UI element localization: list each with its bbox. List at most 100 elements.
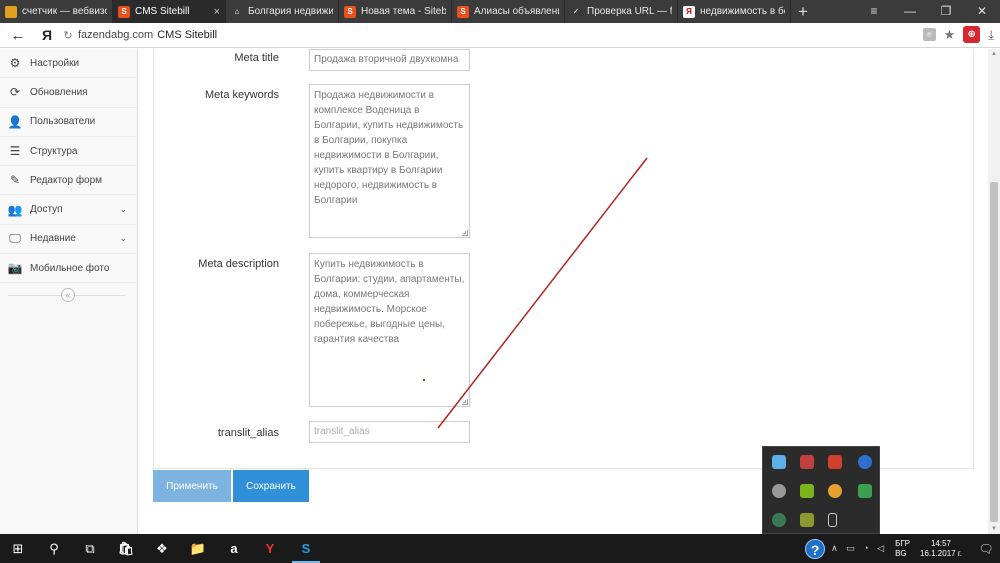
browser-tab[interactable]: ✓ Проверка URL — fa (565, 0, 678, 23)
meta-keywords-textarea[interactable]: Продажа недвижимости в комплексе Водениц… (309, 84, 470, 238)
sidebar-item[interactable]: ☰ Структура (0, 137, 137, 167)
tab-favicon-icon: S (118, 5, 130, 18)
tab-favicon-icon: ✓ (570, 5, 582, 18)
url-domain: fazendabg.com (78, 29, 154, 41)
translit-alias-input[interactable]: translit_alias (309, 421, 470, 443)
bluetooth-icon[interactable] (858, 455, 872, 469)
tab-favicon-icon: S (344, 5, 356, 18)
new-tab-icon[interactable]: + (791, 2, 815, 22)
tab-label: Алиасы объявлений (474, 6, 559, 17)
language-indicator[interactable]: БГР BG (895, 539, 910, 559)
browser-tab-bar: счетчик — вебвизор S CMS Sitebill × ⌂ Болгари… (0, 0, 1000, 23)
bookmark-star-icon[interactable]: ★ (944, 27, 956, 43)
meta-description-label: Meta description (198, 258, 279, 270)
sidebar-item[interactable]: ⚙ Настройки (0, 49, 137, 79)
extension-icon[interactable]: ⊕ (963, 26, 981, 43)
tab-label: Проверка URL — fa (587, 6, 672, 17)
camera-icon: 📷 (7, 261, 23, 276)
url-page-title: CMS Sitebill (157, 29, 218, 41)
collapse-icon[interactable]: « (61, 288, 75, 303)
user-icon: 👤 (7, 114, 23, 129)
task-view-icon[interactable]: ⧉ (72, 534, 108, 563)
sidebar-item[interactable]: 👤 Пользователи (0, 108, 137, 137)
sidebar-item[interactable]: 📷 Мобильное фото (0, 254, 137, 284)
meta-title-input[interactable]: Продажа вторичной двухкомна (309, 49, 470, 71)
clock[interactable]: 14:57 16.1.2017 г. (920, 539, 962, 559)
cloud-icon[interactable] (772, 484, 786, 498)
sidebar-item-label: Пользователи (30, 116, 96, 128)
sidebar: ⚙ Настройки ⟳ Обновления 👤 Пользователи ☰ Струк… (0, 49, 138, 534)
tab-label: счетчик — вебвизор (22, 6, 107, 17)
tray-app-icon[interactable] (858, 484, 872, 498)
yandex-browser-icon[interactable]: Y (252, 534, 288, 563)
system-icons[interactable]: ∧ ▭ ◔ ◁ (831, 543, 887, 554)
yandex-logo-icon[interactable]: Я (36, 27, 58, 43)
amazon-icon[interactable]: a (216, 534, 252, 563)
restore-icon[interactable]: ❐ (928, 0, 964, 23)
download-icon[interactable]: ⤓ (988, 27, 994, 43)
help-icon[interactable]: ? (805, 538, 826, 559)
scroll-down-icon[interactable]: ▼ (988, 526, 1000, 532)
sidebar-item[interactable]: ✎ Редактор форм (0, 166, 137, 196)
close-icon[interactable]: ✕ (964, 0, 1000, 23)
tray-app-icon[interactable] (800, 484, 814, 498)
start-icon[interactable]: ⊞ (0, 534, 36, 563)
sidebar-item[interactable]: 🖵 Недавние ⌄ (0, 225, 137, 255)
minimize-icon[interactable]: — (892, 0, 928, 23)
url-field[interactable]: fazendabg.com CMS Sitebill (78, 29, 217, 41)
reload-icon[interactable]: ↻ (58, 29, 78, 42)
clock-date: 16.1.2017 г. (920, 548, 962, 558)
resize-grip-icon[interactable] (462, 399, 468, 405)
sidebar-item-label: Структура (30, 145, 78, 157)
address-bar: ← Я ↻ fazendabg.com CMS Sitebill ⌾ ★ ⊕ ⤓ (0, 23, 1000, 48)
tray-app-icon[interactable] (800, 513, 814, 527)
search-icon[interactable]: ⚲ (36, 534, 72, 563)
sidebar-item-label: Доступ (30, 204, 63, 216)
menu-icon[interactable]: ≡ (856, 0, 892, 23)
explorer-icon[interactable]: 📁 (180, 534, 216, 563)
skype-icon[interactable]: S (288, 534, 324, 563)
meta-keywords-label: Meta keywords (205, 89, 279, 101)
back-icon[interactable]: ← (0, 27, 36, 44)
sidebar-item[interactable]: ⟳ Обновления (0, 78, 137, 108)
tray-app-icon[interactable] (828, 455, 842, 469)
tab-label: Болгария недвижим (248, 6, 333, 17)
system-tray: ? ∧ ▭ ◔ ◁ БГР BG 14:57 16.1.2017 г. 🗨 (805, 534, 1000, 563)
save-button[interactable]: Сохранить (233, 470, 309, 502)
browser-tab[interactable]: S Алиасы объявлений (452, 0, 565, 23)
browser-tab[interactable]: S Новая тема - Sitebill (339, 0, 452, 23)
tab-close-icon[interactable]: × (214, 6, 220, 18)
apply-button[interactable]: Применить (153, 470, 231, 502)
sidebar-item-label: Обновления (30, 86, 88, 98)
chevron-down-icon[interactable]: ⌄ (119, 233, 127, 244)
browser-tab[interactable]: счетчик — вебвизор (0, 0, 113, 23)
taskbar-apps: 🛍 ❖ 📁 a Y S (108, 534, 324, 563)
refresh-icon: ⟳ (9, 85, 21, 100)
language-top: БГР (895, 538, 911, 548)
tray-app-icon[interactable] (772, 513, 786, 527)
scrollbar-thumb[interactable] (990, 182, 998, 522)
translit-alias-label: translit_alias (217, 427, 279, 439)
meta-title-label: Meta title (234, 52, 279, 64)
meta-description-textarea[interactable]: Купить недвижимость в Болгарии: студии, … (309, 253, 470, 407)
page-scrollbar[interactable]: ▲ ▼ (988, 49, 1000, 534)
browser-tab[interactable]: S CMS Sitebill × (113, 0, 226, 23)
scroll-up-icon[interactable]: ▲ (988, 51, 1000, 57)
tab-favicon-icon: Я (683, 5, 695, 18)
browser-tab[interactable]: ⌂ Болгария недвижим (226, 0, 339, 23)
usb-icon[interactable] (828, 513, 837, 527)
tray-app-icon[interactable] (828, 484, 842, 498)
protect-icon[interactable]: ⌾ (922, 28, 936, 41)
windows-taskbar: ⊞ ⚲ ⧉ 🛍 ❖ 📁 a Y S ? ∧ ▭ ◔ ◁ БГР BG 14:57 16.1… (0, 534, 1000, 563)
sidebar-item[interactable]: 👥 Доступ ⌄ (0, 195, 137, 225)
tray-app-icon[interactable] (772, 455, 786, 469)
clock-time: 14:57 (930, 538, 952, 548)
browser-tab[interactable]: Янедвижимость в бо (678, 0, 791, 23)
tray-app-icon[interactable] (800, 455, 814, 469)
chevron-down-icon[interactable]: ⌄ (119, 204, 127, 215)
tab-label: CMS Sitebill (135, 6, 190, 17)
resize-grip-icon[interactable] (462, 230, 468, 236)
store-icon[interactable]: 🛍 (108, 534, 144, 563)
notifications-icon[interactable]: 🗨 (972, 542, 1000, 556)
dropbox-icon[interactable]: ❖ (144, 534, 180, 563)
